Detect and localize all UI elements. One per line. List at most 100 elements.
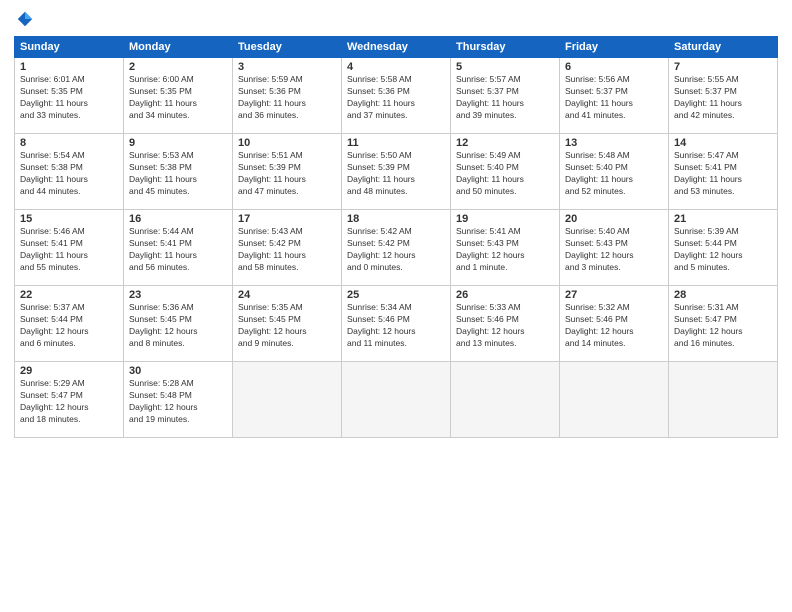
calendar-cell: 26Sunrise: 5:33 AMSunset: 5:46 PMDayligh…	[451, 286, 560, 362]
day-info: Sunrise: 5:55 AMSunset: 5:37 PMDaylight:…	[674, 74, 772, 122]
day-number: 24	[238, 289, 336, 301]
col-header-thursday: Thursday	[451, 37, 560, 58]
week-row-4: 22Sunrise: 5:37 AMSunset: 5:44 PMDayligh…	[15, 286, 778, 362]
week-row-1: 1Sunrise: 6:01 AMSunset: 5:35 PMDaylight…	[15, 58, 778, 134]
day-number: 29	[20, 365, 118, 377]
day-info: Sunrise: 6:01 AMSunset: 5:35 PMDaylight:…	[20, 74, 118, 122]
day-number: 9	[129, 137, 227, 149]
calendar-cell	[233, 362, 342, 438]
day-info: Sunrise: 5:58 AMSunset: 5:36 PMDaylight:…	[347, 74, 445, 122]
calendar-cell	[669, 362, 778, 438]
calendar-cell: 23Sunrise: 5:36 AMSunset: 5:45 PMDayligh…	[124, 286, 233, 362]
calendar-cell: 5Sunrise: 5:57 AMSunset: 5:37 PMDaylight…	[451, 58, 560, 134]
calendar-cell: 27Sunrise: 5:32 AMSunset: 5:46 PMDayligh…	[560, 286, 669, 362]
day-info: Sunrise: 5:57 AMSunset: 5:37 PMDaylight:…	[456, 74, 554, 122]
day-info: Sunrise: 5:48 AMSunset: 5:40 PMDaylight:…	[565, 150, 663, 198]
day-info: Sunrise: 5:44 AMSunset: 5:41 PMDaylight:…	[129, 226, 227, 274]
day-info: Sunrise: 5:42 AMSunset: 5:42 PMDaylight:…	[347, 226, 445, 274]
day-info: Sunrise: 5:43 AMSunset: 5:42 PMDaylight:…	[238, 226, 336, 274]
calendar-cell: 9Sunrise: 5:53 AMSunset: 5:38 PMDaylight…	[124, 134, 233, 210]
day-number: 14	[674, 137, 772, 149]
calendar-cell: 25Sunrise: 5:34 AMSunset: 5:46 PMDayligh…	[342, 286, 451, 362]
day-number: 19	[456, 213, 554, 225]
day-number: 1	[20, 61, 118, 73]
day-info: Sunrise: 5:46 AMSunset: 5:41 PMDaylight:…	[20, 226, 118, 274]
day-number: 22	[20, 289, 118, 301]
calendar-cell: 6Sunrise: 5:56 AMSunset: 5:37 PMDaylight…	[560, 58, 669, 134]
day-number: 12	[456, 137, 554, 149]
day-info: Sunrise: 5:59 AMSunset: 5:36 PMDaylight:…	[238, 74, 336, 122]
day-info: Sunrise: 5:51 AMSunset: 5:39 PMDaylight:…	[238, 150, 336, 198]
logo-icon	[16, 10, 34, 28]
calendar-cell: 22Sunrise: 5:37 AMSunset: 5:44 PMDayligh…	[15, 286, 124, 362]
col-header-monday: Monday	[124, 37, 233, 58]
day-info: Sunrise: 5:53 AMSunset: 5:38 PMDaylight:…	[129, 150, 227, 198]
day-number: 8	[20, 137, 118, 149]
col-header-wednesday: Wednesday	[342, 37, 451, 58]
day-number: 17	[238, 213, 336, 225]
day-number: 25	[347, 289, 445, 301]
day-number: 30	[129, 365, 227, 377]
calendar-cell: 29Sunrise: 5:29 AMSunset: 5:47 PMDayligh…	[15, 362, 124, 438]
day-info: Sunrise: 5:54 AMSunset: 5:38 PMDaylight:…	[20, 150, 118, 198]
day-number: 28	[674, 289, 772, 301]
day-number: 2	[129, 61, 227, 73]
calendar-cell: 28Sunrise: 5:31 AMSunset: 5:47 PMDayligh…	[669, 286, 778, 362]
header	[14, 10, 778, 30]
calendar-cell: 30Sunrise: 5:28 AMSunset: 5:48 PMDayligh…	[124, 362, 233, 438]
day-info: Sunrise: 5:31 AMSunset: 5:47 PMDaylight:…	[674, 302, 772, 350]
calendar-cell: 1Sunrise: 6:01 AMSunset: 5:35 PMDaylight…	[15, 58, 124, 134]
calendar-cell	[451, 362, 560, 438]
week-row-2: 8Sunrise: 5:54 AMSunset: 5:38 PMDaylight…	[15, 134, 778, 210]
calendar-cell: 19Sunrise: 5:41 AMSunset: 5:43 PMDayligh…	[451, 210, 560, 286]
calendar-cell: 13Sunrise: 5:48 AMSunset: 5:40 PMDayligh…	[560, 134, 669, 210]
day-number: 7	[674, 61, 772, 73]
calendar-cell	[560, 362, 669, 438]
logo	[14, 10, 34, 30]
day-info: Sunrise: 5:40 AMSunset: 5:43 PMDaylight:…	[565, 226, 663, 274]
col-header-friday: Friday	[560, 37, 669, 58]
day-number: 11	[347, 137, 445, 149]
day-info: Sunrise: 5:35 AMSunset: 5:45 PMDaylight:…	[238, 302, 336, 350]
day-info: Sunrise: 5:34 AMSunset: 5:46 PMDaylight:…	[347, 302, 445, 350]
calendar-header-row: SundayMondayTuesdayWednesdayThursdayFrid…	[15, 37, 778, 58]
col-header-sunday: Sunday	[15, 37, 124, 58]
calendar-cell: 10Sunrise: 5:51 AMSunset: 5:39 PMDayligh…	[233, 134, 342, 210]
calendar-cell: 16Sunrise: 5:44 AMSunset: 5:41 PMDayligh…	[124, 210, 233, 286]
calendar-cell: 14Sunrise: 5:47 AMSunset: 5:41 PMDayligh…	[669, 134, 778, 210]
day-number: 23	[129, 289, 227, 301]
day-info: Sunrise: 5:47 AMSunset: 5:41 PMDaylight:…	[674, 150, 772, 198]
col-header-saturday: Saturday	[669, 37, 778, 58]
day-number: 10	[238, 137, 336, 149]
day-info: Sunrise: 5:28 AMSunset: 5:48 PMDaylight:…	[129, 378, 227, 426]
day-number: 20	[565, 213, 663, 225]
calendar-cell: 21Sunrise: 5:39 AMSunset: 5:44 PMDayligh…	[669, 210, 778, 286]
day-number: 27	[565, 289, 663, 301]
week-row-5: 29Sunrise: 5:29 AMSunset: 5:47 PMDayligh…	[15, 362, 778, 438]
calendar-cell: 3Sunrise: 5:59 AMSunset: 5:36 PMDaylight…	[233, 58, 342, 134]
day-info: Sunrise: 5:50 AMSunset: 5:39 PMDaylight:…	[347, 150, 445, 198]
day-number: 6	[565, 61, 663, 73]
day-info: Sunrise: 5:36 AMSunset: 5:45 PMDaylight:…	[129, 302, 227, 350]
day-number: 16	[129, 213, 227, 225]
day-info: Sunrise: 5:37 AMSunset: 5:44 PMDaylight:…	[20, 302, 118, 350]
calendar-table: SundayMondayTuesdayWednesdayThursdayFrid…	[14, 36, 778, 438]
calendar-cell: 20Sunrise: 5:40 AMSunset: 5:43 PMDayligh…	[560, 210, 669, 286]
day-number: 4	[347, 61, 445, 73]
day-info: Sunrise: 5:33 AMSunset: 5:46 PMDaylight:…	[456, 302, 554, 350]
day-number: 5	[456, 61, 554, 73]
day-number: 18	[347, 213, 445, 225]
day-number: 13	[565, 137, 663, 149]
day-info: Sunrise: 6:00 AMSunset: 5:35 PMDaylight:…	[129, 74, 227, 122]
day-info: Sunrise: 5:39 AMSunset: 5:44 PMDaylight:…	[674, 226, 772, 274]
day-number: 26	[456, 289, 554, 301]
calendar-cell: 24Sunrise: 5:35 AMSunset: 5:45 PMDayligh…	[233, 286, 342, 362]
calendar-cell: 2Sunrise: 6:00 AMSunset: 5:35 PMDaylight…	[124, 58, 233, 134]
day-info: Sunrise: 5:49 AMSunset: 5:40 PMDaylight:…	[456, 150, 554, 198]
calendar-cell: 7Sunrise: 5:55 AMSunset: 5:37 PMDaylight…	[669, 58, 778, 134]
calendar-cell: 18Sunrise: 5:42 AMSunset: 5:42 PMDayligh…	[342, 210, 451, 286]
week-row-3: 15Sunrise: 5:46 AMSunset: 5:41 PMDayligh…	[15, 210, 778, 286]
calendar-cell: 15Sunrise: 5:46 AMSunset: 5:41 PMDayligh…	[15, 210, 124, 286]
page: SundayMondayTuesdayWednesdayThursdayFrid…	[0, 0, 792, 612]
calendar-cell: 17Sunrise: 5:43 AMSunset: 5:42 PMDayligh…	[233, 210, 342, 286]
